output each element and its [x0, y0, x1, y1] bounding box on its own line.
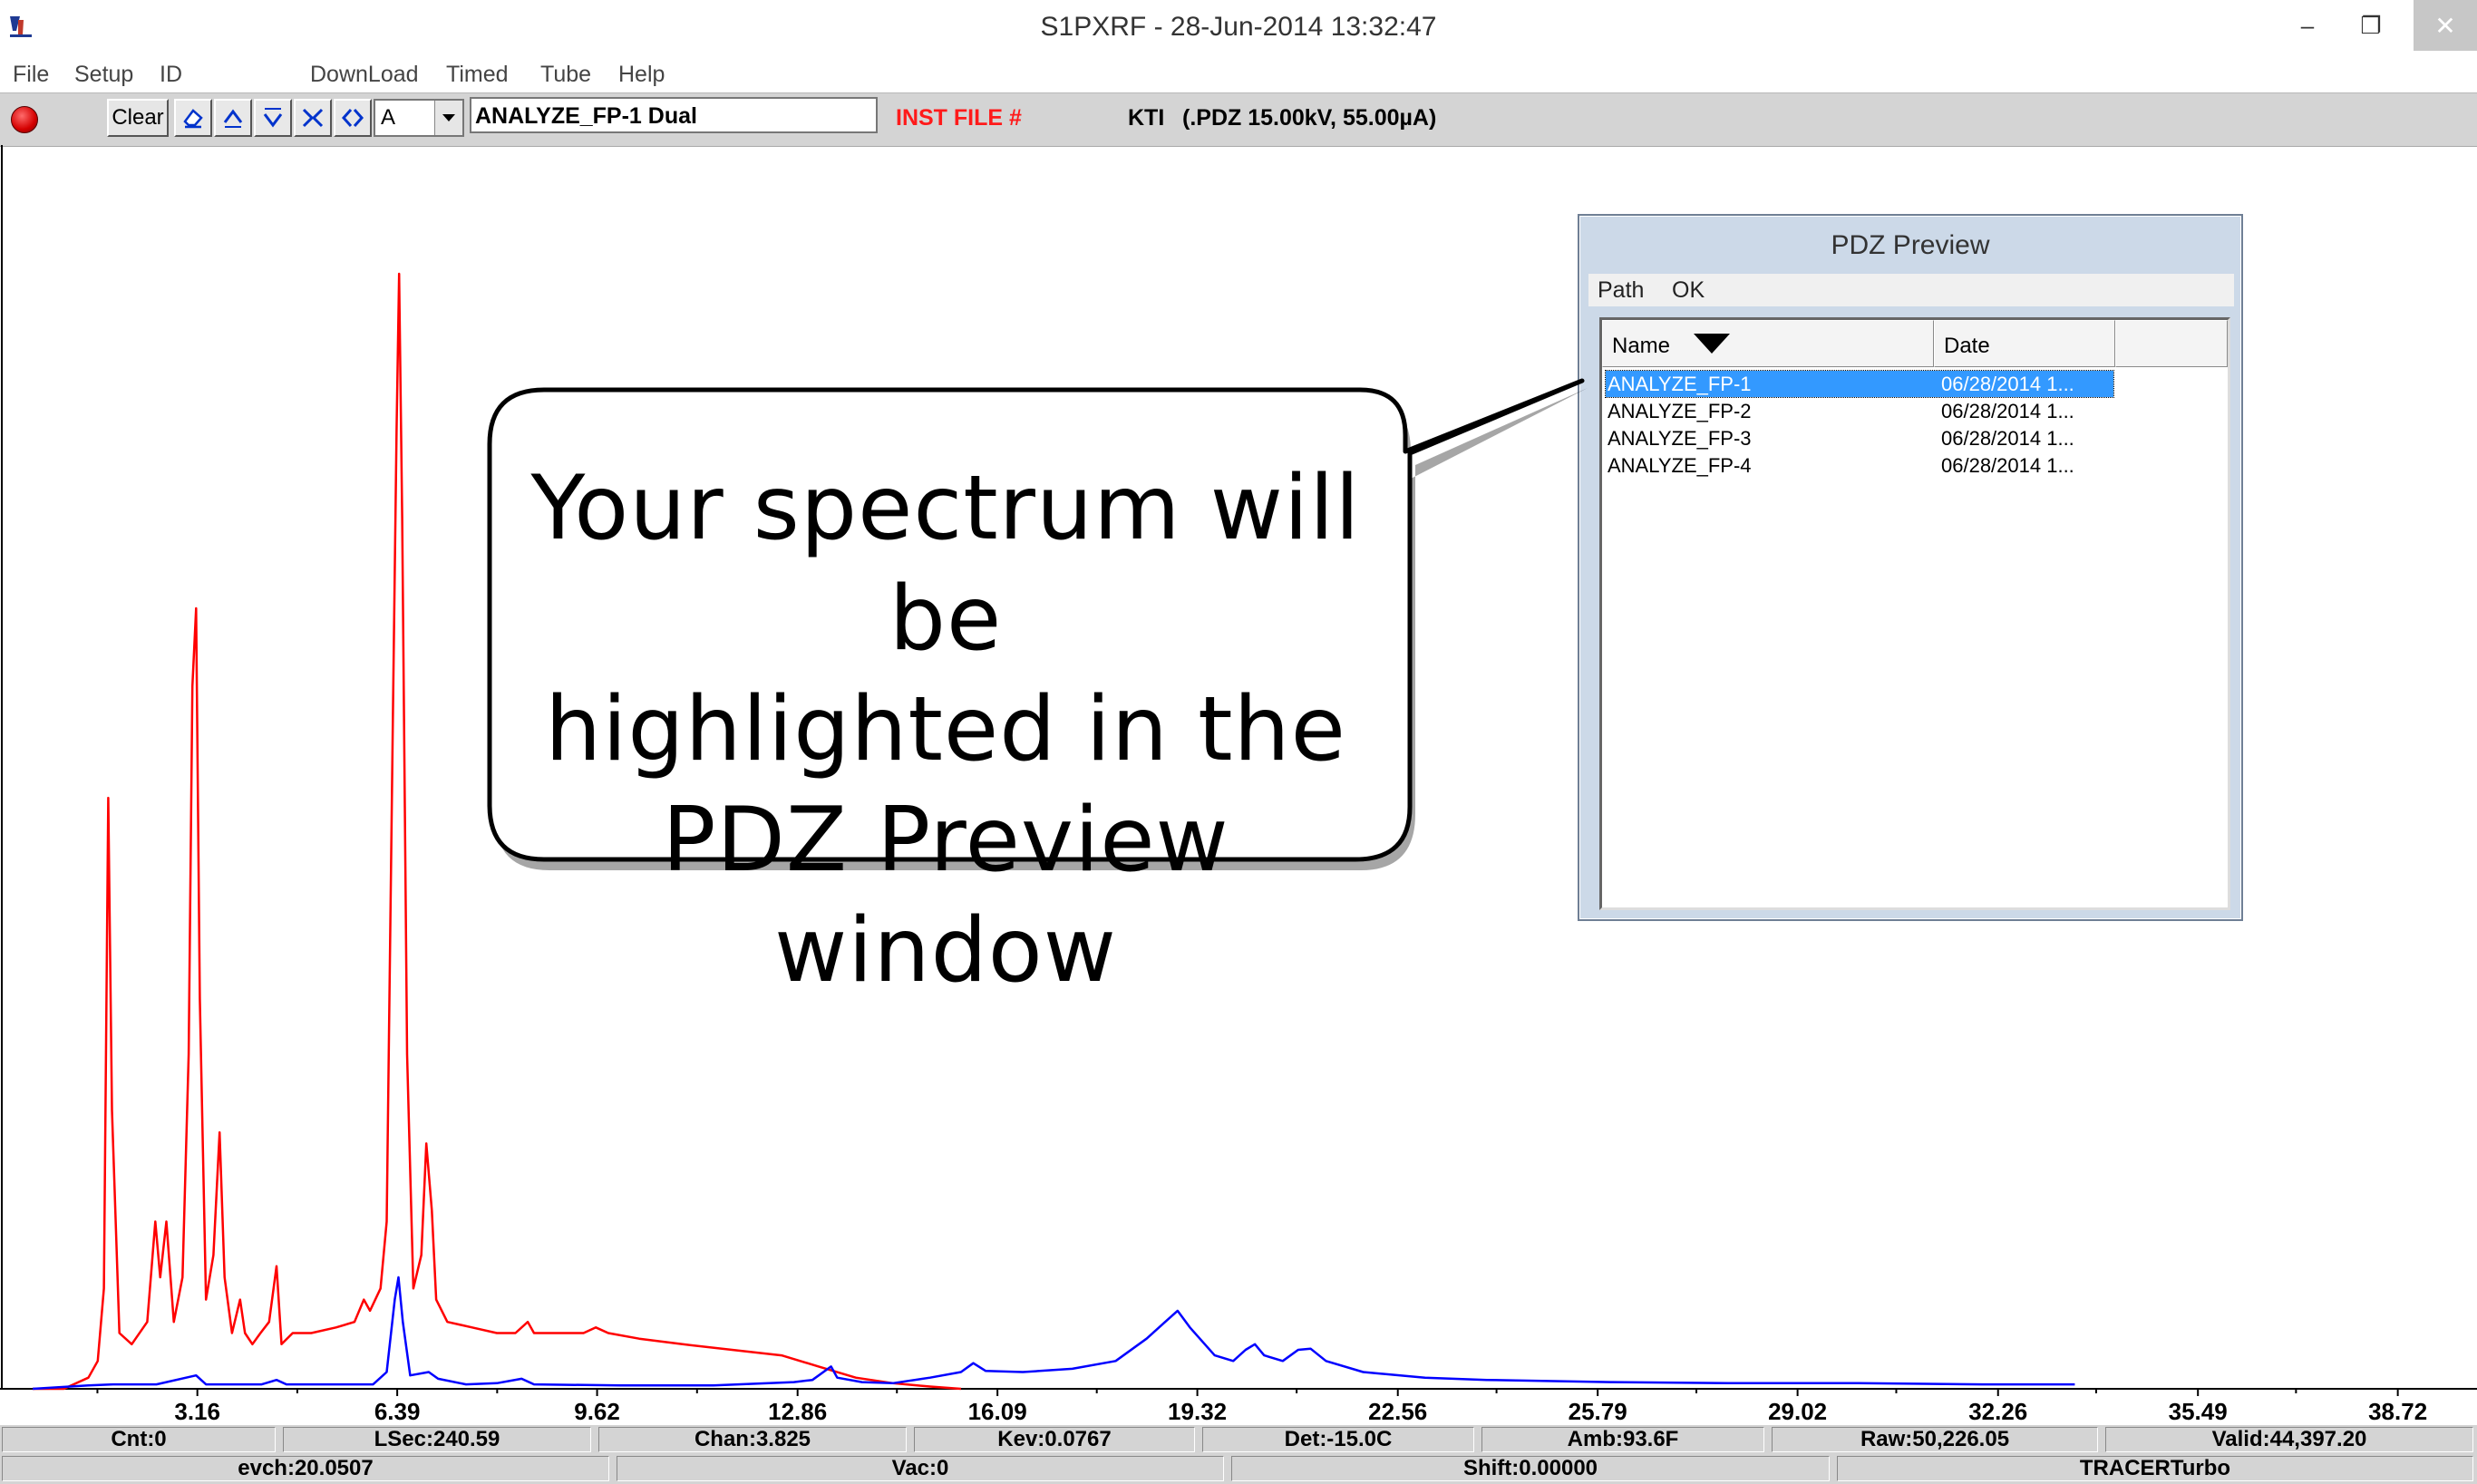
eraser-icon[interactable]	[174, 99, 212, 137]
x-tick-label: 25.79	[1569, 1398, 1627, 1425]
title-bar: S1PXRF - 28-Jun-2014 13:32:47 – ❐ ✕	[0, 0, 2477, 57]
list-item-name: ANALYZE_FP-2	[1608, 400, 1752, 422]
callout-line-3: PDZ Preview window	[662, 789, 1229, 1003]
x-tick-label: 9.62	[574, 1398, 620, 1425]
list-item-name: ANALYZE_FP-1	[1608, 373, 1752, 395]
x-tick-label: 3.16	[174, 1398, 220, 1425]
x-axis-ticks: 3.16 6.39 9.62 12.86 16.09 19.32 22.56 25.79 29.…	[96, 1389, 2427, 1425]
menu-id[interactable]: ID	[160, 56, 182, 92]
status-evch: evch:20.0507	[2, 1456, 609, 1481]
status-chan: Chan:3.825	[598, 1427, 907, 1452]
restore-button[interactable]: ❐	[2339, 0, 2403, 51]
list-item[interactable]: ANALYZE_FP-1 06/28/2014 1...	[1605, 370, 2114, 398]
list-item[interactable]: ANALYZE_FP-4 06/28/2014 1...	[1606, 452, 2113, 479]
inst-file-label: INST FILE #	[896, 105, 1022, 131]
status-raw: Raw:50,226.05	[1772, 1427, 2098, 1452]
record-indicator-icon[interactable]	[11, 106, 38, 133]
x-tick-label: 29.02	[1768, 1398, 1827, 1425]
pdz-menu-ok[interactable]: OK	[1672, 277, 1705, 304]
status-lsec: LSec:240.59	[283, 1427, 591, 1452]
status-cnt: Cnt:0	[2, 1427, 276, 1452]
menu-file[interactable]: File	[13, 56, 49, 92]
x-tick-label: 6.39	[374, 1398, 421, 1425]
x-tick-label: 38.72	[2368, 1398, 2427, 1425]
menu-help[interactable]: Help	[618, 56, 665, 92]
x-tick-label: 35.49	[2169, 1398, 2228, 1425]
column-header-date[interactable]: Date	[1934, 320, 2115, 367]
status-valid: Valid:44,397.20	[2105, 1427, 2473, 1452]
x-tick-label: 22.56	[1368, 1398, 1427, 1425]
status-model: TRACERTurbo	[1837, 1456, 2473, 1481]
window-title: S1PXRF - 28-Jun-2014 13:32:47	[1040, 12, 1437, 42]
column-header-name[interactable]: Name	[1602, 320, 1934, 367]
column-header-blank	[2115, 320, 2228, 367]
list-item[interactable]: ANALYZE_FP-2 06/28/2014 1...	[1606, 398, 2113, 424]
channel-select[interactable]: A	[374, 99, 464, 137]
x-tick-label: 12.86	[768, 1398, 827, 1425]
arrow-down-icon[interactable]	[254, 99, 292, 137]
status-shift: Shift:0.00000	[1231, 1456, 1830, 1481]
menu-download[interactable]: DownLoad	[310, 56, 419, 92]
status-amb: Amb:93.6F	[1481, 1427, 1764, 1452]
menu-setup[interactable]: Setup	[74, 56, 133, 92]
dropdown-arrow-icon[interactable]	[434, 101, 462, 135]
pdz-menu-bar: Path OK	[1588, 274, 2234, 306]
channel-value: A	[381, 105, 396, 130]
list-item[interactable]: ANALYZE_FP-3 06/28/2014 1...	[1606, 425, 2113, 451]
file-name-field[interactable]: ANALYZE_FP-1 Dual	[470, 97, 878, 133]
list-item-date: 06/28/2014 1...	[1941, 427, 2074, 450]
status-bar-bottom: evch:20.0507 Vac:0 Shift:0.00000 TRACERT…	[0, 1454, 2477, 1484]
x-tick-label: 16.09	[968, 1398, 1027, 1425]
list-item-date: 06/28/2014 1...	[1941, 400, 2074, 422]
list-item-date: 06/28/2014 1...	[1941, 454, 2074, 477]
menu-bar: File Setup ID DownLoad Timed Tube Help	[0, 56, 2477, 92]
x-tick-label: 19.32	[1168, 1398, 1227, 1425]
status-bar-top: Cnt:0 LSec:240.59 Chan:3.825 Kev:0.0767 …	[0, 1425, 2477, 1454]
status-kev: Kev:0.0767	[914, 1427, 1195, 1452]
list-item-name: ANALYZE_FP-3	[1608, 427, 1752, 450]
pdz-preview-window[interactable]: PDZ Preview Path OK Name Date ANALYZE_FP…	[1578, 214, 2243, 921]
menu-tube[interactable]: Tube	[540, 56, 591, 92]
x-tick-label: 32.26	[1968, 1398, 2027, 1425]
list-item-name: ANALYZE_FP-4	[1608, 454, 1752, 477]
column-header-name-label: Name	[1612, 334, 1671, 358]
close-button[interactable]: ✕	[2414, 0, 2477, 51]
pdz-preview-title: PDZ Preview	[1831, 230, 1990, 260]
callout-text: Your spectrum will be highlighted in the…	[497, 453, 1394, 1006]
list-item-date: 06/28/2014 1...	[1941, 373, 2074, 395]
clear-button[interactable]: Clear	[107, 99, 169, 137]
menu-timed[interactable]: Timed	[446, 56, 509, 92]
column-header-date-label: Date	[1944, 334, 1990, 358]
pdz-file-list[interactable]: Name Date ANALYZE_FP-1 06/28/2014 1... A…	[1599, 317, 2230, 910]
pdz-menu-path[interactable]: Path	[1598, 277, 1644, 304]
callout-line-2: highlighted in the	[545, 678, 1346, 781]
kti-label: KTI	[1128, 105, 1165, 131]
minimize-button[interactable]: –	[2276, 0, 2339, 51]
kti-value: (.PDZ 15.00kV, 55.00µA)	[1182, 105, 1437, 131]
sort-descending-icon[interactable]	[1694, 334, 1730, 354]
collapse-icon[interactable]	[294, 99, 332, 137]
arrow-up-icon[interactable]	[214, 99, 252, 137]
expand-icon[interactable]	[334, 99, 372, 137]
status-det: Det:-15.0C	[1202, 1427, 1474, 1452]
spectrum-series-2	[33, 1275, 2075, 1391]
status-vac: Vac:0	[617, 1456, 1224, 1481]
callout-line-1: Your spectrum will be	[530, 457, 1361, 671]
toolbar: Clear A ANALYZE_FP-1 Dual INST FILE # KT…	[0, 92, 2477, 147]
